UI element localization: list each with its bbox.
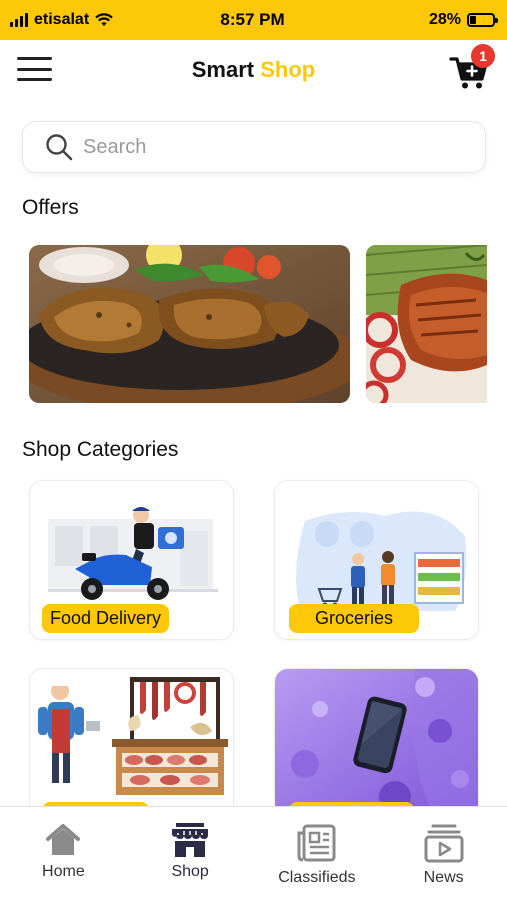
search-bar[interactable] [22,121,486,173]
nav-label: Shop [171,863,209,880]
fresh-meat-illustration [38,677,228,795]
search-icon [46,134,73,161]
battery-percent: 28% [428,11,461,28]
nav-label: Classifieds [278,869,356,886]
cart-button[interactable]: 1 [449,44,495,92]
category-label: Groceries [289,604,420,633]
nav-item-shop[interactable]: Shop [127,807,254,900]
offers-title: Offers [22,196,79,219]
news-icon [424,824,464,863]
nav-item-home[interactable]: Home [0,807,127,900]
shop-icon [172,823,209,857]
app-title-part1: Smart [191,57,255,82]
status-left: etisalat [10,11,160,29]
offer-image [366,245,487,403]
carrier-name: etisalat [34,11,90,28]
category-card-mobile[interactable]: Mobile [274,668,479,818]
cart-badge: 1 [471,44,495,68]
wifi-icon [95,13,113,26]
menu-icon[interactable] [17,57,52,81]
categories-title: Shop Categories [22,438,179,461]
app-title-part2: Shop [260,57,316,82]
category-card-groceries[interactable]: Groceries [274,480,479,640]
offer-card-grilled-chicken[interactable] [29,245,350,403]
home-icon [46,824,81,855]
nav-item-classifieds[interactable]: Classifieds [254,807,381,900]
nav-item-news[interactable]: News [380,807,507,900]
battery-icon [467,13,498,27]
offer-card-grilled-fish[interactable] [366,245,487,403]
status-right: 28% [345,11,498,29]
status-time: 8:57 PM [220,10,285,29]
app-header: Smart Shop 1 [0,40,507,100]
mobile-illustration [275,669,478,817]
category-card-food-delivery[interactable]: Food Delivery [29,480,234,640]
battery-fill [470,16,477,24]
app-title: Smart Shop [192,57,315,83]
bottom-nav: Home Shop Classifieds News [0,806,507,900]
search-input[interactable] [83,135,443,159]
status-bar: etisalat 8:57 PM 28% [0,0,507,40]
classifieds-icon [297,824,336,862]
signal-icon [10,13,28,27]
category-card-fresh-meat[interactable]: Fresh Meat [29,668,234,818]
offer-image [29,245,350,403]
nav-label: News [423,869,464,886]
category-label: Food Delivery [42,604,170,633]
nav-label: Home [42,863,85,880]
